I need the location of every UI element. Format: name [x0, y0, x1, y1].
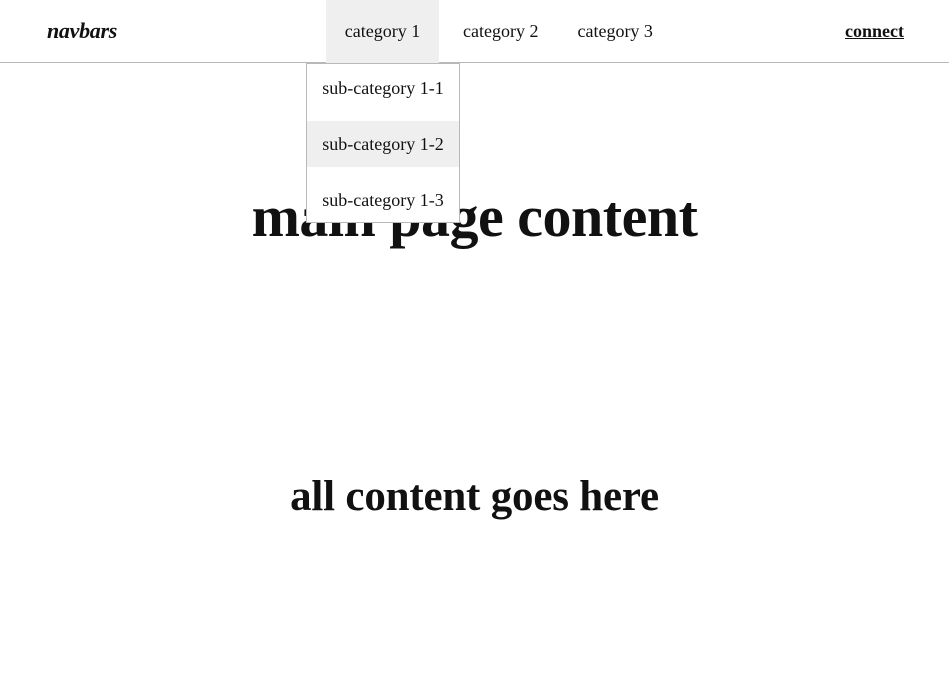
main-page-title: main page content [251, 184, 698, 249]
dropdown-item-sub-category-1-2[interactable]: sub-category 1-2 [307, 121, 459, 167]
main-nav: category 1 category 2 category 3 [326, 0, 668, 63]
category-1-dropdown: sub-category 1-1 sub-category 1-2 sub-ca… [306, 63, 460, 223]
brand-logo[interactable]: navbars [47, 18, 117, 44]
connect-link[interactable]: connect [845, 21, 904, 42]
navbar: navbars category 1 category 2 category 3… [0, 0, 949, 63]
dropdown-item-sub-category-1-1[interactable]: sub-category 1-1 [307, 65, 459, 111]
nav-item-category-1[interactable]: category 1 [326, 0, 439, 63]
nav-item-category-3[interactable]: category 3 [562, 0, 667, 63]
nav-item-category-2[interactable]: category 2 [448, 0, 553, 63]
content-subtitle: all content goes here [290, 473, 659, 520]
dropdown-item-sub-category-1-3[interactable]: sub-category 1-3 [307, 177, 459, 223]
